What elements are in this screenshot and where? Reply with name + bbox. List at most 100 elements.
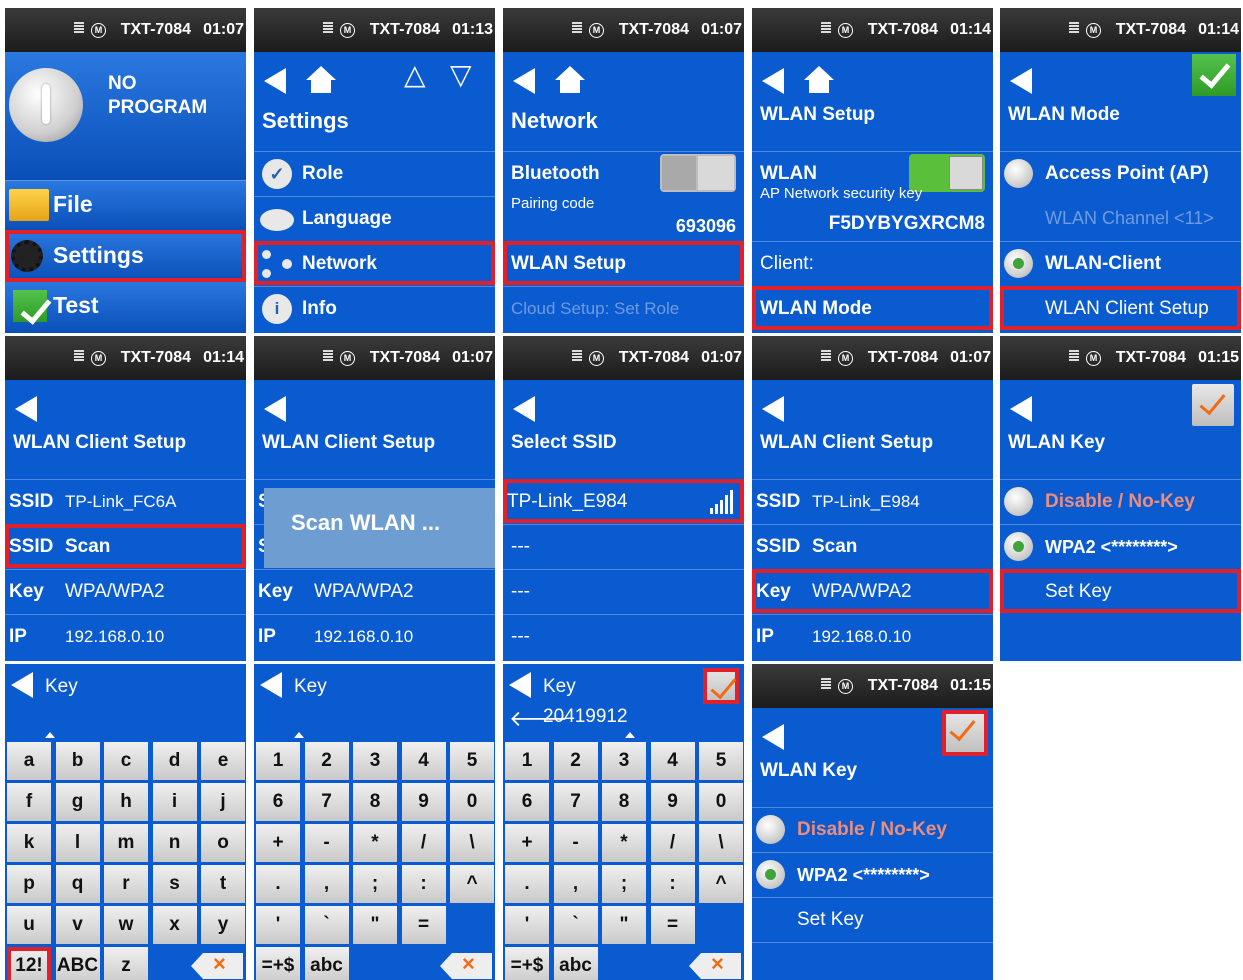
back-arrow-icon[interactable] bbox=[762, 396, 784, 422]
set-key-button[interactable]: Set Key bbox=[1000, 569, 1241, 613]
key-button[interactable]: , bbox=[304, 865, 349, 903]
ssid-list-item[interactable]: --- bbox=[503, 569, 744, 613]
key-button[interactable]: m bbox=[104, 824, 148, 862]
key-button[interactable]: 5 bbox=[450, 742, 494, 780]
menu-language[interactable]: Language bbox=[254, 196, 495, 240]
key-button[interactable]: 9 bbox=[401, 783, 446, 821]
key-button[interactable]: l bbox=[55, 824, 100, 862]
layout-switch-button[interactable]: 12! bbox=[7, 947, 51, 980]
ip-row[interactable]: IP 192.168.0.10 bbox=[254, 614, 495, 658]
key-button[interactable]: 1 bbox=[505, 742, 549, 780]
key-button[interactable]: s bbox=[152, 865, 197, 903]
key-button[interactable]: ; bbox=[602, 865, 646, 903]
key-button[interactable]: ^ bbox=[450, 865, 494, 903]
key-button[interactable]: u bbox=[7, 906, 51, 944]
key-button[interactable]: \ bbox=[450, 824, 494, 862]
key-button[interactable]: - bbox=[553, 824, 598, 862]
key-button[interactable]: ` bbox=[304, 906, 349, 944]
key-button[interactable]: + bbox=[505, 824, 549, 862]
key-button[interactable]: 3 bbox=[353, 742, 397, 780]
key-button[interactable]: 2 bbox=[304, 742, 349, 780]
menu-test[interactable]: Test bbox=[5, 282, 246, 333]
key-button[interactable]: ; bbox=[353, 865, 397, 903]
key-button[interactable]: 3 bbox=[602, 742, 646, 780]
menu-wlan-client-setup[interactable]: WLAN Client Setup bbox=[1000, 286, 1241, 330]
key-button[interactable]: ABC bbox=[55, 947, 100, 980]
key-button[interactable]: ` bbox=[553, 906, 598, 944]
key-button[interactable]: 7 bbox=[304, 783, 349, 821]
key-button[interactable]: w bbox=[104, 906, 148, 944]
key-button[interactable]: z bbox=[104, 947, 148, 980]
key-button[interactable]: p bbox=[7, 865, 51, 903]
key-button[interactable]: ^ bbox=[699, 865, 743, 903]
confirm-check-icon[interactable] bbox=[942, 710, 988, 756]
key-button[interactable]: 0 bbox=[450, 783, 494, 821]
ssid-list-item[interactable]: TP-Link_E984 bbox=[503, 479, 744, 523]
key-button[interactable]: : bbox=[650, 865, 695, 903]
back-arrow-icon[interactable] bbox=[11, 672, 33, 698]
key-button[interactable]: 8 bbox=[353, 783, 397, 821]
key-button[interactable]: + bbox=[256, 824, 300, 862]
key-button[interactable]: t bbox=[201, 865, 245, 903]
key-button[interactable]: 2 bbox=[553, 742, 598, 780]
back-arrow-icon[interactable] bbox=[1010, 68, 1032, 94]
key-button[interactable]: f bbox=[7, 783, 51, 821]
back-arrow-icon[interactable] bbox=[260, 672, 282, 698]
ssid-list-item[interactable]: --- bbox=[503, 524, 744, 568]
key-button[interactable]: 6 bbox=[505, 783, 549, 821]
key-button[interactable]: , bbox=[553, 865, 598, 903]
key-button[interactable]: a bbox=[7, 742, 51, 780]
key-button[interactable]: d bbox=[152, 742, 197, 780]
key-button[interactable]: v bbox=[55, 906, 100, 944]
option-wpa2[interactable]: WPA2 <********> bbox=[752, 852, 993, 896]
option-wpa2[interactable]: WPA2 <********> bbox=[1000, 524, 1241, 568]
key-button[interactable]: g bbox=[55, 783, 100, 821]
key-button[interactable]: : bbox=[401, 865, 446, 903]
key-button[interactable]: abc bbox=[304, 947, 349, 980]
key-button[interactable]: - bbox=[304, 824, 349, 862]
home-icon[interactable] bbox=[306, 66, 336, 94]
key-button[interactable]: 7 bbox=[553, 783, 598, 821]
key-button[interactable]: 0 bbox=[699, 783, 743, 821]
key-button[interactable]: . bbox=[505, 865, 549, 903]
key-button[interactable]: h bbox=[104, 783, 148, 821]
confirm-check-icon[interactable] bbox=[1192, 54, 1236, 96]
key-button[interactable]: k bbox=[7, 824, 51, 862]
back-arrow-icon[interactable] bbox=[513, 396, 535, 422]
key-button[interactable]: r bbox=[104, 865, 148, 903]
power-button[interactable] bbox=[9, 68, 83, 142]
key-row[interactable]: Key WPA/WPA2 bbox=[254, 569, 495, 613]
layout-switch-button[interactable]: =+$ bbox=[505, 947, 549, 980]
key-button[interactable]: 5 bbox=[699, 742, 743, 780]
key-button[interactable]: y bbox=[201, 906, 245, 944]
ssid-scan-button[interactable]: SSID Scan bbox=[752, 524, 993, 568]
back-arrow-icon[interactable] bbox=[15, 396, 37, 422]
set-key-button[interactable]: Set Key bbox=[752, 897, 993, 941]
back-arrow-icon[interactable] bbox=[509, 672, 531, 698]
layout-switch-button[interactable]: =+$ bbox=[256, 947, 300, 980]
key-button[interactable]: = bbox=[650, 906, 695, 944]
key-button[interactable]: ' bbox=[505, 906, 549, 944]
key-button[interactable]: " bbox=[602, 906, 646, 944]
backspace-icon[interactable]: × bbox=[440, 951, 492, 979]
back-arrow-icon[interactable] bbox=[762, 724, 784, 750]
option-access-point[interactable]: Access Point (AP) bbox=[1000, 151, 1241, 195]
menu-network[interactable]: Network bbox=[254, 241, 495, 285]
ip-row[interactable]: IP 192.168.0.10 bbox=[752, 614, 993, 658]
menu-wlan-mode[interactable]: WLAN Mode bbox=[752, 286, 993, 330]
key-button[interactable]: x bbox=[152, 906, 197, 944]
key-button[interactable]: 9 bbox=[650, 783, 695, 821]
key-button[interactable]: c bbox=[104, 742, 148, 780]
menu-file[interactable]: File bbox=[5, 180, 246, 231]
key-button[interactable]: n bbox=[152, 824, 197, 862]
confirm-check-icon[interactable] bbox=[703, 668, 739, 704]
ssid-scan-button[interactable]: SSID Scan bbox=[5, 524, 246, 568]
key-button[interactable]: * bbox=[353, 824, 397, 862]
home-icon[interactable] bbox=[804, 66, 834, 94]
menu-wlan-setup[interactable]: WLAN Setup bbox=[503, 241, 744, 285]
back-arrow-icon[interactable] bbox=[762, 68, 784, 94]
key-button[interactable]: o bbox=[201, 824, 245, 862]
back-arrow-icon[interactable] bbox=[513, 68, 535, 94]
key-button[interactable]: 6 bbox=[256, 783, 300, 821]
bluetooth-toggle[interactable] bbox=[660, 154, 736, 192]
